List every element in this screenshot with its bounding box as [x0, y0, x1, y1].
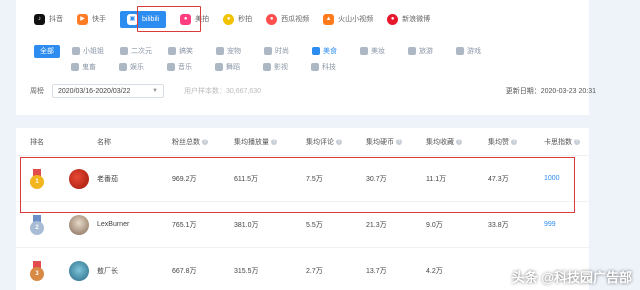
- platform-tab-weibo[interactable]: ● 新浪微博: [387, 9, 430, 29]
- kuaishou-icon: ▶: [77, 13, 88, 25]
- fashion-icon: [264, 47, 272, 55]
- pet-icon: [216, 47, 224, 55]
- help-icon: ?: [271, 138, 277, 145]
- date-filter-bar: 周榜 2020/03/16-2020/03/22 ▼ 用户样本数：30,667,…: [30, 84, 596, 98]
- category-item[interactable]: 音乐: [167, 62, 215, 72]
- platform-tab-xigua[interactable]: ● 西瓜视频: [266, 9, 309, 29]
- category-item[interactable]: 二次元: [120, 46, 168, 56]
- table-header: 排名 名称 粉丝总数? 集均播放量? 集均评论? 集均硬币? 集均收藏? 集均赞…: [16, 128, 589, 156]
- cell-coin: 13.7万: [366, 267, 387, 275]
- category-item[interactable]: 美妆: [360, 46, 408, 56]
- cell-comment: 2.7万: [306, 267, 323, 275]
- header-fans[interactable]: 粉丝总数?: [172, 137, 234, 147]
- avatar[interactable]: [69, 260, 89, 281]
- entertainment-icon: [119, 63, 127, 71]
- xigua-icon: ●: [266, 13, 278, 25]
- header-comment[interactable]: 集均评论?: [306, 137, 366, 147]
- cell-fav: 4.2万: [426, 267, 443, 275]
- cell-comment: 5.5万: [306, 221, 323, 229]
- travel-icon: [408, 47, 416, 55]
- avatar[interactable]: [69, 214, 89, 235]
- platform-tab-label: 快手: [92, 16, 106, 23]
- top-row-highlight-box: [20, 157, 575, 213]
- chevron-down-icon: ▼: [152, 88, 158, 94]
- category-item[interactable]: 宠物: [216, 46, 264, 56]
- food-icon: [312, 47, 320, 55]
- category-item[interactable]: 科技: [311, 62, 359, 72]
- help-icon: ?: [511, 138, 517, 145]
- platform-tab-label: 火山小视频: [338, 16, 374, 23]
- table-row[interactable]: 3 敖厂长 667.8万 315.5万 2.7万 13.7万 4.2万: [16, 248, 589, 290]
- bilibili-highlight-box: [137, 6, 201, 32]
- platform-tab-kuaishou[interactable]: ▶ 快手: [77, 9, 106, 29]
- update-date: 更新日期：2020-03-23 20:31: [505, 88, 596, 95]
- silver-medal-icon: 2: [30, 214, 44, 235]
- douyin-icon: ♪: [34, 13, 45, 25]
- platform-tab-douyin[interactable]: ♪ 抖音: [34, 9, 63, 29]
- header-fav[interactable]: 集均收藏?: [426, 137, 488, 147]
- header-rank: 排名: [30, 138, 44, 146]
- help-icon: ?: [456, 138, 462, 145]
- cell-score[interactable]: 999: [544, 221, 589, 228]
- help-icon: ?: [336, 138, 342, 145]
- makeup-icon: [360, 47, 368, 55]
- creator-name[interactable]: 敖厂长: [97, 266, 172, 276]
- category-item[interactable]: 时尚: [264, 46, 312, 56]
- weibo-icon: ●: [387, 13, 399, 25]
- date-range-select[interactable]: 2020/03/16-2020/03/22 ▼: [52, 84, 164, 98]
- music-icon: [167, 63, 175, 71]
- category-item[interactable]: 鬼畜: [71, 62, 119, 72]
- game-icon: [456, 47, 464, 55]
- platform-tab-label: 新浪微博: [402, 16, 431, 23]
- header-like[interactable]: 集均赞?: [488, 137, 544, 147]
- watermark: 头条 @科技园广告部: [511, 270, 632, 285]
- cell-fav: 9.0万: [426, 221, 443, 229]
- user-sample-count: 用户样本数：30,667,630: [184, 88, 262, 95]
- category-item-food[interactable]: 美食: [312, 46, 360, 56]
- cell-play: 381.0万: [234, 221, 259, 229]
- anime-icon: [120, 47, 128, 55]
- category-item[interactable]: 游戏: [456, 46, 504, 56]
- category-row: 全部 小姐姐 二次元 搞笑 宠物 时尚 美食 美妆 旅游 游戏: [34, 43, 554, 59]
- platform-tab-label: 西瓜视频: [281, 16, 310, 23]
- platform-tabs: ♪ 抖音 ▶ 快手 ▣ bilibili ● 美拍 ● 秒拍 ● 西瓜视频 ▲ …: [34, 9, 444, 29]
- huoshan-icon: ▲: [323, 13, 335, 25]
- cell-fans: 667.8万: [172, 267, 197, 275]
- help-icon: ?: [396, 138, 402, 145]
- miaopai-icon: ●: [223, 13, 235, 25]
- girl-icon: [72, 47, 80, 55]
- header-score[interactable]: 卡思指数?: [544, 137, 589, 147]
- creator-name[interactable]: LexBurner: [97, 221, 172, 228]
- kichiku-icon: [71, 63, 79, 71]
- help-icon: ?: [574, 138, 580, 145]
- platform-tab-label: 秒拍: [238, 16, 253, 23]
- category-item[interactable]: 旅游: [408, 46, 456, 56]
- cell-play: 315.5万: [234, 267, 259, 275]
- help-icon: ?: [202, 138, 208, 145]
- category-filter: 全部 小姐姐 二次元 搞笑 宠物 时尚 美食 美妆 旅游 游戏 鬼畜 娱乐 音乐…: [34, 43, 554, 75]
- category-row: 鬼畜 娱乐 音乐 舞蹈 影视 科技: [34, 59, 554, 75]
- platform-tab-label: 抖音: [49, 16, 63, 23]
- header-name: 名称: [97, 138, 111, 146]
- category-item[interactable]: 娱乐: [119, 62, 167, 72]
- dance-icon: [215, 63, 223, 71]
- category-item[interactable]: 影视: [263, 62, 311, 72]
- funny-icon: [168, 47, 176, 55]
- cell-coin: 21.3万: [366, 221, 387, 229]
- platform-filter-panel: ♪ 抖音 ▶ 快手 ▣ bilibili ● 美拍 ● 秒拍 ● 西瓜视频 ▲ …: [16, 0, 596, 115]
- category-all[interactable]: 全部: [34, 44, 60, 58]
- period-label: 周榜: [30, 88, 44, 95]
- cell-like: 33.8万: [488, 221, 509, 229]
- film-icon: [263, 63, 271, 71]
- cell-fans: 765.1万: [172, 221, 197, 229]
- bronze-medal-icon: 3: [30, 260, 44, 281]
- header-coin[interactable]: 集均硬币?: [366, 137, 426, 147]
- header-play[interactable]: 集均播放量?: [234, 137, 306, 147]
- category-item[interactable]: 舞蹈: [215, 62, 263, 72]
- platform-tab-huoshan[interactable]: ▲ 火山小视频: [323, 9, 373, 29]
- tech-icon: [311, 63, 319, 71]
- platform-tab-miaopai[interactable]: ● 秒拍: [223, 9, 252, 29]
- category-item[interactable]: 小姐姐: [72, 46, 120, 56]
- category-item[interactable]: 搞笑: [168, 46, 216, 56]
